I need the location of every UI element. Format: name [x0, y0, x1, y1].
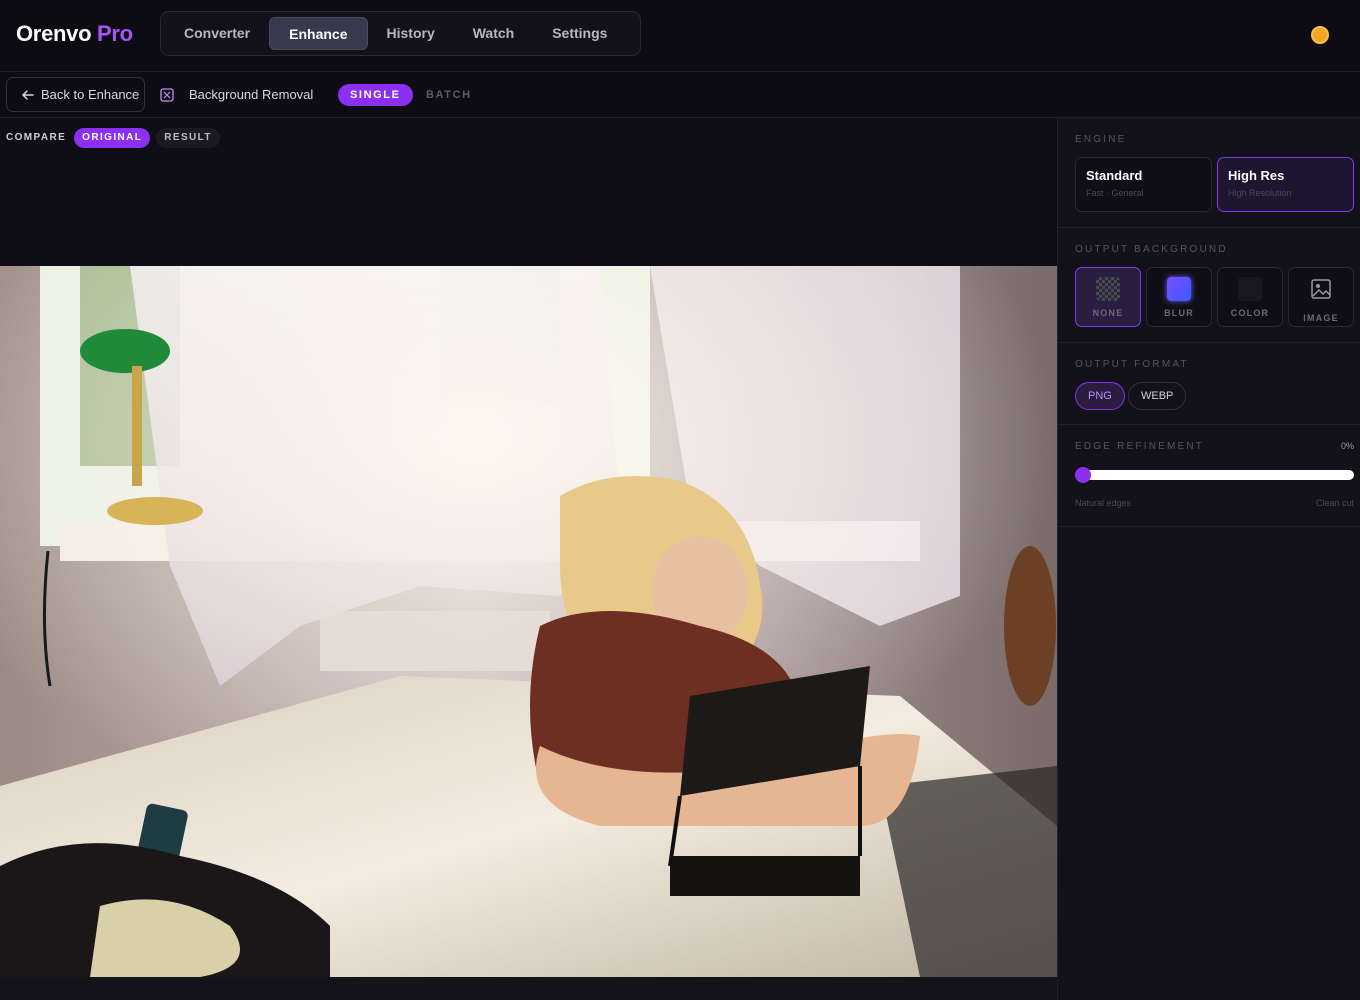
main-nav: Converter Enhance History Watch Settings [160, 11, 641, 56]
engine-standard-option[interactable]: Standard Fast · General [1075, 157, 1212, 212]
bg-none-option[interactable]: NONE [1075, 267, 1141, 327]
bg-color-label: COLOR [1230, 308, 1270, 318]
tab-compare[interactable]: COMPARE [6, 128, 74, 148]
nav-converter[interactable]: Converter [165, 17, 269, 50]
format-png-button[interactable]: PNG [1075, 382, 1125, 410]
nav-watch[interactable]: Watch [454, 17, 533, 50]
engine-highres-sub: High Resolution [1228, 188, 1292, 198]
theme-toggle-button[interactable] [1309, 24, 1331, 46]
back-label: Back to Enhance [41, 87, 140, 102]
output-format-title: OUTPUT FORMAT [1075, 359, 1189, 370]
sun-icon [1313, 28, 1327, 42]
tab-original[interactable]: ORIGINAL [74, 128, 151, 148]
back-to-enhance-button[interactable]: Back to Enhance [6, 77, 145, 112]
checkerboard-icon [1096, 277, 1120, 301]
top-bar: Orenvo Pro Converter Enhance History Wat… [0, 0, 1360, 72]
image-icon [1311, 279, 1331, 299]
engine-standard-name: Standard [1086, 168, 1143, 183]
nav-settings[interactable]: Settings [533, 17, 626, 50]
preview-stage: COMPARE ORIGINAL RESULT [0, 118, 1057, 1000]
engine-standard-sub: Fast · General [1086, 188, 1144, 198]
nav-history[interactable]: History [368, 17, 454, 50]
bg-image-option[interactable]: IMAGE [1288, 267, 1354, 327]
slider-max-label: Clean cut [1315, 498, 1354, 508]
app-logo[interactable]: Orenvo Pro [16, 21, 133, 47]
background-removal-icon [160, 88, 174, 102]
engine-highres-name: High Res [1228, 168, 1285, 183]
stage-bottom-strip [0, 977, 1057, 1000]
bg-color-option[interactable]: COLOR [1217, 267, 1283, 327]
view-tabs: COMPARE ORIGINAL RESULT [6, 128, 220, 148]
preview-image[interactable] [0, 266, 1057, 977]
settings-sidebar: ENGINE Standard Fast · General High Res … [1057, 118, 1360, 1000]
arrow-left-icon [22, 89, 34, 100]
tool-title: Background Removal [189, 87, 314, 102]
photo-illustration [0, 266, 1057, 977]
blur-swatch-icon [1167, 277, 1191, 301]
slider-min-label: Natural edges [1075, 498, 1132, 508]
engine-highres-option[interactable]: High Res High Resolution [1217, 157, 1354, 212]
tool-toolbar: Back to Enhance Background Removal SINGL… [0, 72, 1360, 118]
color-swatch-icon [1238, 277, 1262, 301]
format-webp-button[interactable]: WEBP [1128, 382, 1187, 410]
logo-accent: Pro [97, 21, 133, 46]
output-background-title: OUTPUT BACKGROUND [1075, 244, 1228, 255]
mode-single-button[interactable]: SINGLE [338, 84, 413, 106]
bg-image-label: IMAGE [1303, 313, 1339, 323]
engine-title: ENGINE [1075, 134, 1127, 145]
edge-refinement-value: 0% [1340, 441, 1354, 451]
bg-blur-label: BLUR [1164, 308, 1194, 318]
edge-refinement-slider[interactable] [1076, 470, 1354, 480]
tab-result[interactable]: RESULT [156, 128, 220, 148]
logo-main: Orenvo [16, 21, 92, 46]
bg-blur-option[interactable]: BLUR [1146, 267, 1212, 327]
slider-thumb[interactable] [1075, 467, 1091, 483]
engine-section: ENGINE Standard Fast · General High Res … [1058, 118, 1360, 228]
nav-enhance[interactable]: Enhance [269, 17, 368, 50]
mode-batch-button[interactable]: BATCH [426, 84, 472, 106]
edge-refinement-title: EDGE REFINEMENT [1075, 441, 1205, 452]
bg-none-label: NONE [1092, 308, 1124, 318]
